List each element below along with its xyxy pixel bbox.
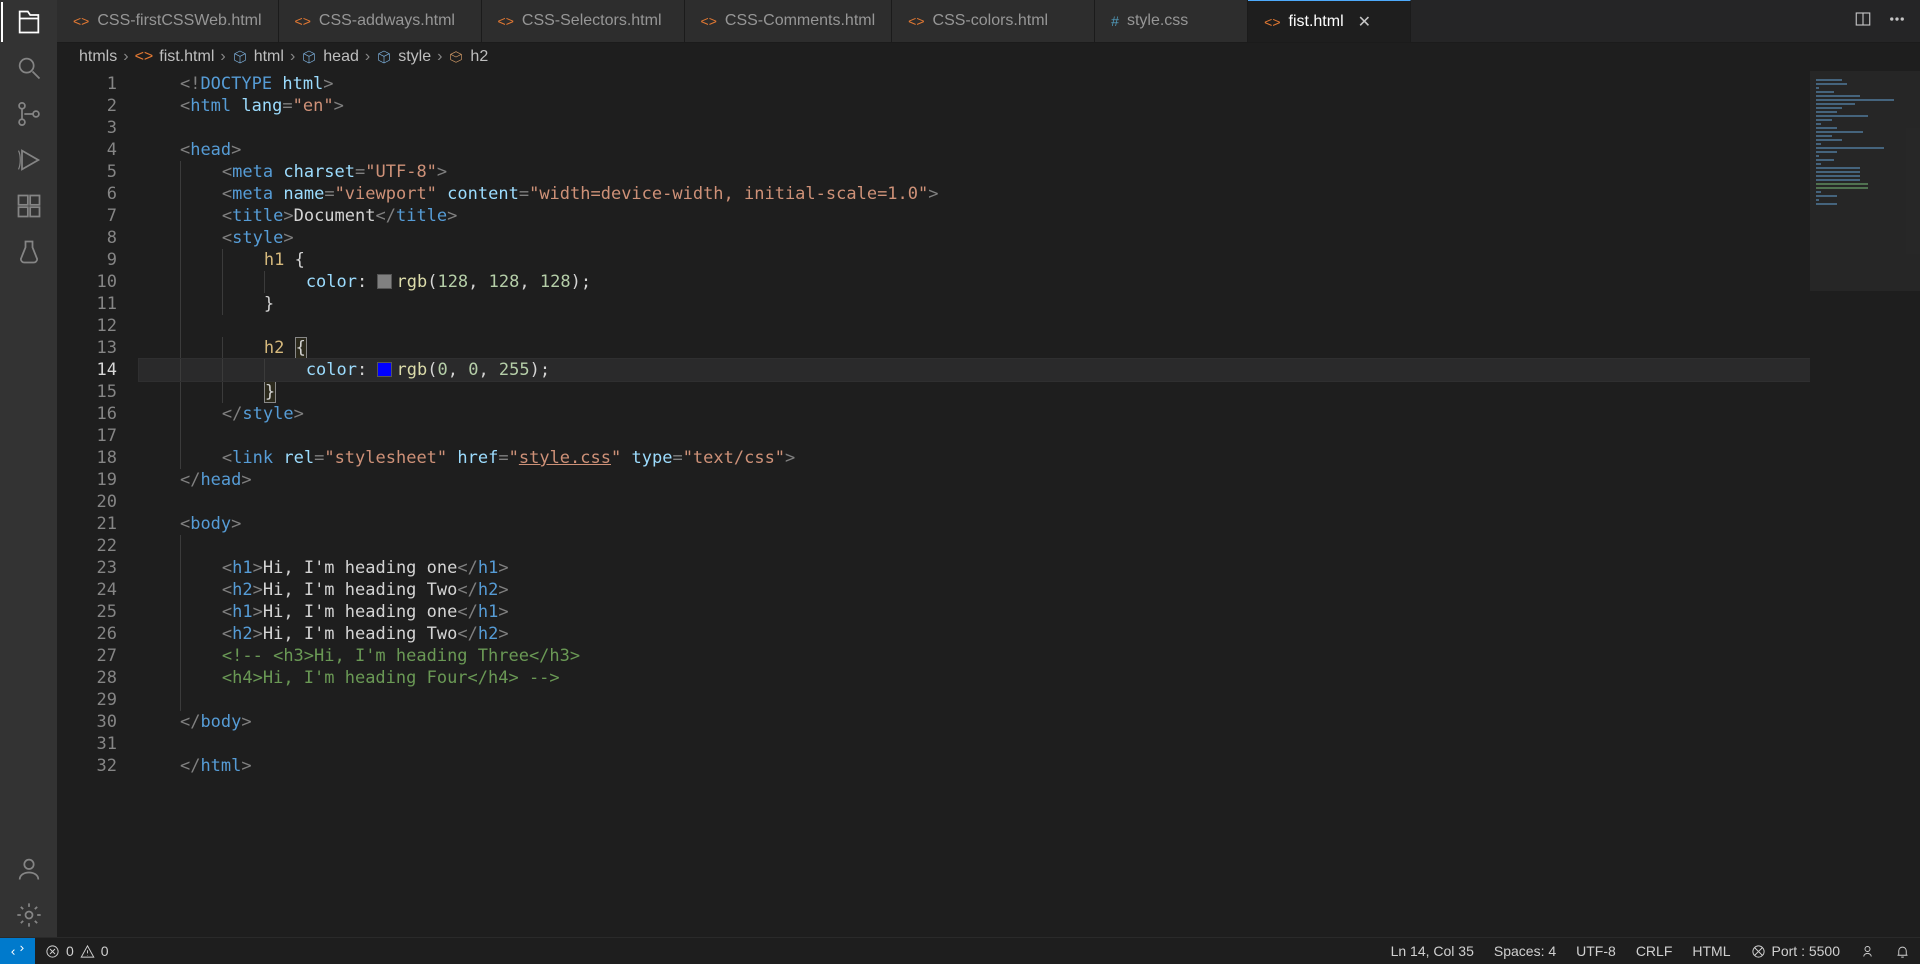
html-file-icon: <> — [1264, 14, 1280, 30]
accounts-icon[interactable] — [15, 855, 43, 883]
status-bar: 0 0 Ln 14, Col 35 Spaces: 4 UTF-8 CRLF H… — [0, 937, 1920, 964]
feedback-icon[interactable] — [1850, 938, 1885, 964]
tab-css-firstcssweb[interactable]: <> CSS-firstCSSWeb.html — [57, 0, 279, 42]
search-icon[interactable] — [15, 54, 43, 82]
close-icon[interactable]: ✕ — [1358, 12, 1371, 32]
code-editor[interactable]: 1234567891011121314151617181920212223242… — [57, 71, 1810, 937]
tab-label: CSS-colors.html — [933, 12, 1049, 30]
settings-gear-icon[interactable] — [15, 901, 43, 929]
breadcrumb[interactable]: htmls › <>fist.html › html › head › styl… — [57, 43, 1920, 71]
testing-icon[interactable] — [15, 238, 43, 266]
breadcrumb-folder: htmls — [79, 48, 117, 66]
activity-bar — [0, 0, 57, 937]
source-control-icon[interactable] — [15, 100, 43, 128]
html-file-icon: <> — [73, 13, 89, 29]
minimap-slider[interactable] — [1810, 71, 1920, 291]
code-content[interactable]: <!DOCTYPE html> <html lang="en"> <head> … — [139, 71, 1810, 937]
line-number-gutter: 1234567891011121314151617181920212223242… — [57, 71, 139, 937]
split-editor-icon[interactable] — [1854, 10, 1872, 32]
tab-fist-html[interactable]: <> fist.html ✕ — [1248, 0, 1411, 42]
explorer-icon[interactable] — [15, 8, 43, 36]
notifications-icon[interactable] — [1885, 938, 1920, 964]
tab-css-addways[interactable]: <> CSS-addways.html — [279, 0, 482, 42]
tab-label: style.css — [1127, 12, 1188, 30]
html-file-icon: <> — [908, 13, 924, 29]
editor-group: <> CSS-firstCSSWeb.html <> CSS-addways.h… — [57, 0, 1920, 937]
live-server-port[interactable]: Port : 5500 — [1741, 938, 1851, 964]
remote-indicator[interactable] — [0, 938, 35, 964]
indentation[interactable]: Spaces: 4 — [1484, 938, 1566, 964]
tab-style-css[interactable]: # style.css — [1095, 0, 1248, 42]
tab-label: CSS-Selectors.html — [522, 12, 662, 30]
breadcrumb-symbol: head — [301, 48, 359, 66]
problems-indicator[interactable]: 0 0 — [35, 938, 119, 964]
tab-label: fist.html — [1289, 13, 1344, 31]
breadcrumb-symbol: html — [232, 48, 284, 66]
language-mode[interactable]: HTML — [1682, 938, 1740, 964]
tab-label: CSS-firstCSSWeb.html — [97, 12, 261, 30]
chevron-right-icon: › — [437, 48, 442, 66]
breadcrumb-symbol: h2 — [448, 48, 488, 66]
symbol-icon — [376, 49, 392, 65]
html-file-icon: <> — [498, 13, 514, 29]
tab-bar: <> CSS-firstCSSWeb.html <> CSS-addways.h… — [57, 0, 1920, 43]
chevron-right-icon: › — [123, 48, 128, 66]
chevron-right-icon: › — [290, 48, 295, 66]
tab-css-colors[interactable]: <> CSS-colors.html — [892, 0, 1095, 42]
encoding[interactable]: UTF-8 — [1566, 938, 1626, 964]
breadcrumb-symbol: style — [376, 48, 431, 66]
symbol-icon — [301, 49, 317, 65]
run-debug-icon[interactable] — [15, 146, 43, 174]
html-file-icon: <> — [135, 48, 154, 66]
more-actions-icon[interactable] — [1888, 10, 1906, 32]
extensions-icon[interactable] — [15, 192, 43, 220]
chevron-right-icon: › — [220, 48, 225, 66]
minimap[interactable] — [1810, 71, 1920, 937]
tab-label: CSS-Comments.html — [725, 12, 875, 30]
html-file-icon: <> — [701, 13, 717, 29]
tab-css-selectors[interactable]: <> CSS-Selectors.html — [482, 0, 685, 42]
chevron-right-icon: › — [365, 48, 370, 66]
html-file-icon: <> — [295, 13, 311, 29]
cursor-position[interactable]: Ln 14, Col 35 — [1381, 938, 1484, 964]
symbol-field-icon — [448, 49, 464, 65]
tab-css-comments[interactable]: <> CSS-Comments.html — [685, 0, 893, 42]
css-file-icon: # — [1111, 13, 1119, 29]
symbol-icon — [232, 49, 248, 65]
eol[interactable]: CRLF — [1626, 938, 1683, 964]
tab-actions — [1840, 0, 1920, 42]
tab-label: CSS-addways.html — [319, 12, 455, 30]
breadcrumb-file: <>fist.html — [135, 48, 215, 66]
